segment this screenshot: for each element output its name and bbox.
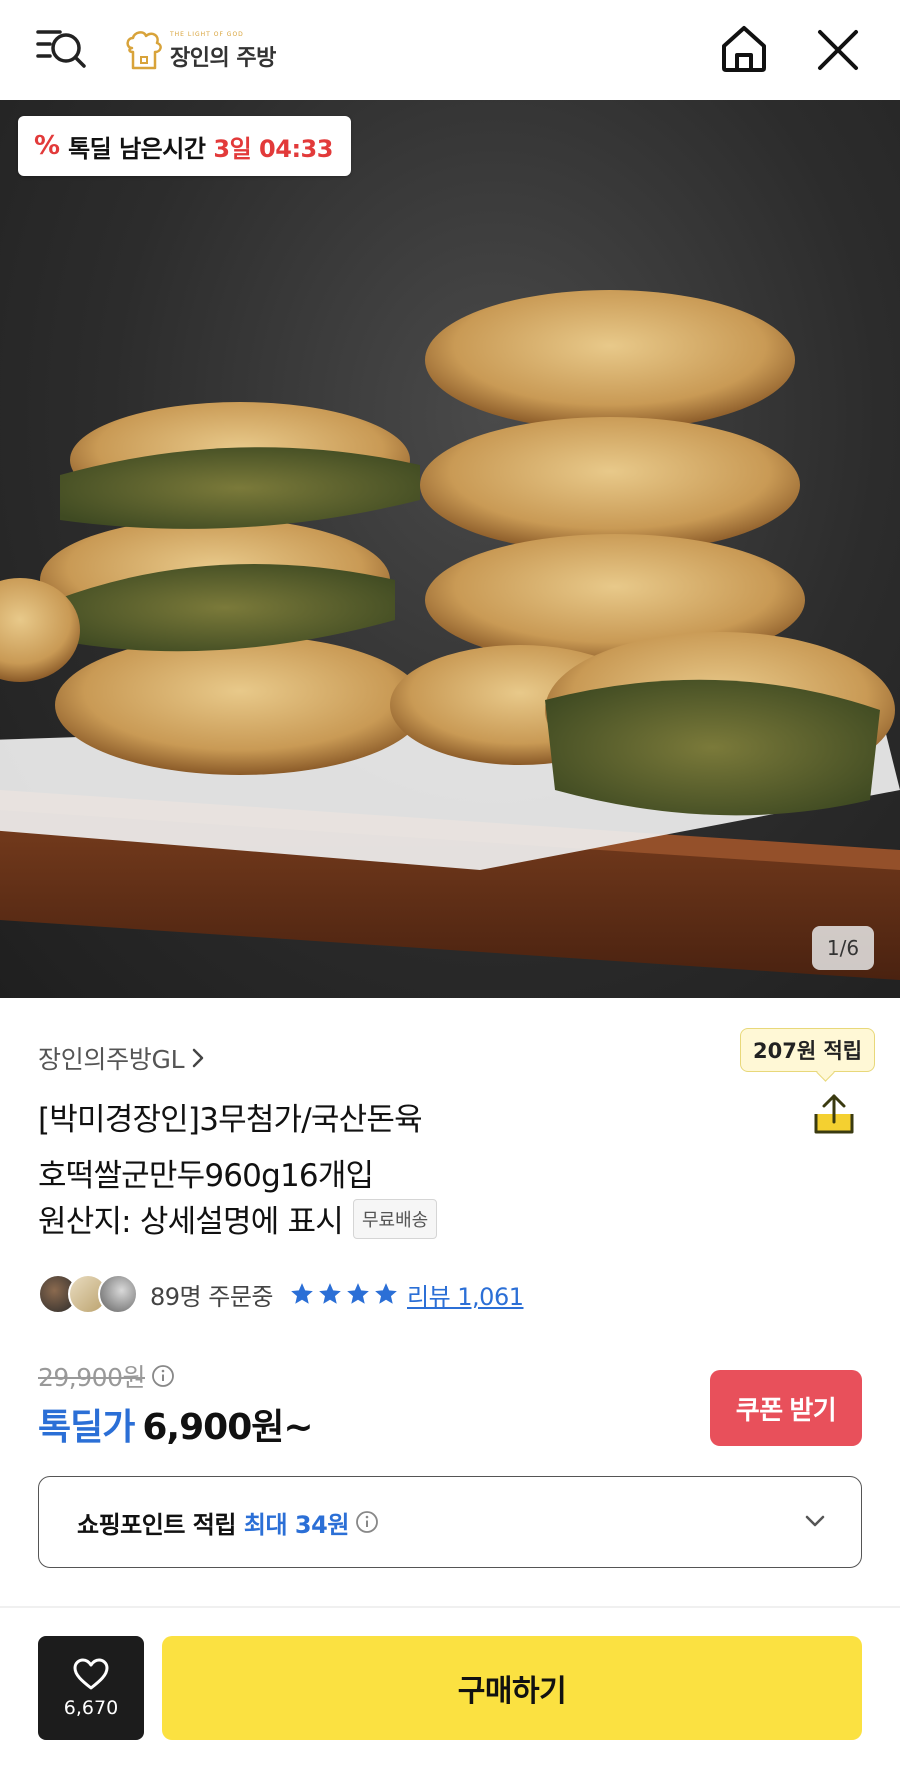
social-proof-row: 89명 주문중 리뷰 1,061 — [38, 1272, 524, 1316]
star-icon — [347, 1283, 369, 1304]
percent-icon: % — [34, 131, 61, 161]
home-icon[interactable] — [718, 22, 770, 76]
brand-logo[interactable]: THE LIGHT OF GOD 장인의 주방 — [124, 26, 276, 76]
image-counter: 1/6 — [812, 926, 874, 970]
product-title: [박미경장인]3무첨가/국산돈육 호떡쌀군만두960g16개입 — [38, 1092, 758, 1204]
product-image[interactable]: % 톡딜 남은시간 3일 04:33 1/6 — [0, 100, 900, 998]
deal-timer-value: 3일 04:33 — [213, 134, 333, 163]
logo-tagline: THE LIGHT OF GOD — [170, 30, 244, 38]
deal-price-label: 톡딜가 — [38, 1407, 135, 1448]
heart-icon — [73, 1658, 109, 1690]
origin-text: 원산지: 상세설명에 표시 — [38, 1204, 344, 1240]
info-icon[interactable] — [151, 1364, 175, 1388]
wishlist-button[interactable]: 6,670 — [38, 1636, 144, 1740]
avatar — [98, 1274, 138, 1314]
reward-badge: 207원 적립 — [740, 1028, 876, 1072]
logo-text: 장인의 주방 — [170, 45, 276, 71]
rating-stars — [289, 1281, 399, 1307]
dumpling-photo — [0, 290, 900, 980]
shopping-points-dropdown[interactable]: 쇼핑포인트 적립 최대 34원 — [38, 1476, 862, 1568]
seller-name: 장인의주방GL — [38, 1045, 185, 1074]
chevron-right-icon — [192, 1048, 204, 1068]
order-count: 89명 주문중 — [150, 1282, 274, 1311]
star-icon — [319, 1283, 341, 1304]
deal-price: 6,900원~ — [142, 1407, 313, 1448]
buyer-avatars — [38, 1274, 138, 1314]
buy-button[interactable]: 구매하기 — [162, 1636, 862, 1740]
wishlist-count: 6,670 — [63, 1697, 119, 1719]
divider — [0, 1606, 900, 1608]
menu-search-icon[interactable] — [34, 24, 90, 76]
star-icon — [291, 1283, 313, 1304]
coupon-button[interactable]: 쿠폰 받기 — [710, 1370, 862, 1446]
product-title-line1: [박미경장인]3무첨가/국산돈육 — [38, 1102, 423, 1138]
review-link[interactable]: 리뷰 1,061 — [407, 1277, 524, 1312]
share-icon[interactable] — [812, 1092, 856, 1136]
deal-price-row: 톡딜가 6,900원~ — [38, 1398, 314, 1450]
close-icon[interactable] — [812, 24, 864, 76]
points-value: 최대 34원 — [243, 1510, 350, 1539]
info-icon[interactable] — [355, 1510, 379, 1534]
original-price: 29,900원 — [38, 1363, 145, 1392]
seller-link[interactable]: 장인의주방GL — [38, 1040, 206, 1076]
deal-timer-label: 톡딜 남은시간 — [68, 134, 206, 163]
original-price-row: 29,900원 — [38, 1358, 175, 1394]
chef-hat-logo-icon — [126, 31, 162, 70]
points-label: 쇼핑포인트 적립 — [77, 1510, 236, 1539]
chevron-down-icon — [805, 1515, 825, 1527]
top-header: THE LIGHT OF GOD 장인의 주방 — [0, 0, 900, 100]
free-shipping-badge: 무료배송 — [352, 1198, 438, 1239]
deal-timer-badge: % 톡딜 남은시간 3일 04:33 — [18, 116, 351, 176]
star-icon — [375, 1283, 397, 1304]
origin-row: 원산지: 상세설명에 표시 무료배송 — [38, 1196, 438, 1241]
